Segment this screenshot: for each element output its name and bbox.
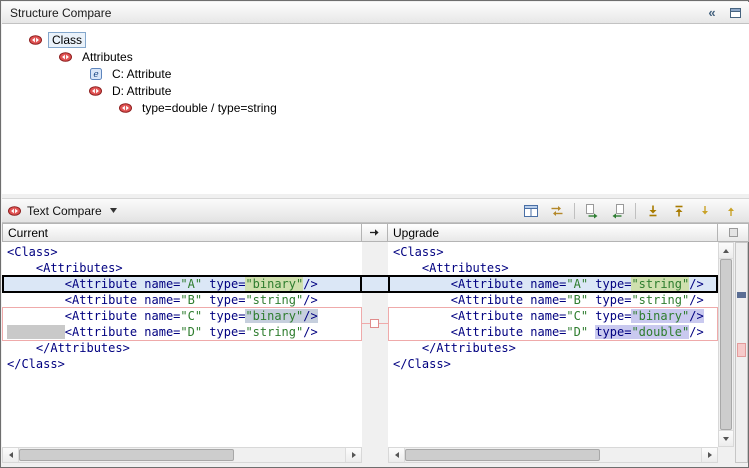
- code-line: <Attribute name="D" type="double"/>: [388, 324, 718, 340]
- tree-item-c-attribute[interactable]: e C: Attribute: [2, 65, 749, 82]
- left-pane-header-label: Current: [8, 226, 48, 240]
- tree-item-label: D: Attribute: [108, 83, 175, 99]
- right-pane-header-label: Upgrade: [393, 226, 439, 240]
- code-line: </Attributes>: [2, 340, 362, 356]
- scroll-up-button[interactable]: [719, 243, 733, 259]
- right-pane-vertical-scrollbar[interactable]: [718, 242, 734, 447]
- previous-difference-icon[interactable]: [667, 200, 691, 222]
- header-corner: [717, 223, 749, 242]
- copy-all-right-to-left-icon[interactable]: [606, 200, 630, 222]
- right-pane-header: Upgrade: [387, 223, 718, 242]
- change-icon: [28, 35, 43, 45]
- code-line: <Attribute name="B" type="string"/>: [2, 292, 362, 308]
- code-line: <Attributes>: [388, 260, 718, 276]
- left-pane-content: <Class> <Attributes> <Attribute name="A"…: [2, 242, 362, 447]
- up-arrow-icon: [723, 249, 729, 253]
- structure-compare-header: Structure Compare «: [2, 2, 749, 24]
- show-ancestor-pane-icon[interactable]: [519, 200, 543, 222]
- tree-item-class[interactable]: Class: [2, 31, 749, 48]
- code-line: </Class>: [2, 356, 362, 372]
- next-change-icon[interactable]: [693, 200, 717, 222]
- element-icon: e: [88, 68, 103, 80]
- svg-text:e: e: [93, 70, 98, 80]
- scroll-left-button[interactable]: [389, 448, 405, 462]
- scroll-down-button[interactable]: [719, 430, 733, 446]
- overview-mark-change[interactable]: [737, 343, 746, 357]
- toolbar-separator: [574, 203, 575, 219]
- text-compare-menu-button[interactable]: [108, 206, 119, 215]
- code-line: <Class>: [388, 244, 718, 260]
- copy-all-left-to-right-icon[interactable]: [580, 200, 604, 222]
- text-compare-header: Text Compare: [2, 198, 749, 223]
- overview-ruler-header-button[interactable]: [729, 228, 738, 237]
- left-arrow-icon: [395, 452, 399, 458]
- tree-item-label: Attributes: [78, 49, 137, 65]
- left-arrow-icon: [9, 452, 13, 458]
- change-icon: [88, 86, 103, 96]
- change-icon: [58, 52, 73, 62]
- change-icon: [118, 103, 133, 113]
- down-arrow-icon: [723, 437, 729, 441]
- code-line: <Class>: [2, 244, 362, 260]
- left-pane[interactable]: <Class> <Attributes> <Attribute name="A"…: [2, 242, 362, 447]
- overview-ruler[interactable]: [735, 242, 748, 463]
- horizontal-scrollbar-thumb[interactable]: [19, 449, 234, 461]
- merge-direction-button[interactable]: [366, 225, 384, 240]
- code-line: <Attribute name="A" type="binary"/>: [2, 276, 362, 292]
- selected-diff-connector[interactable]: [362, 275, 388, 293]
- tree-item-label: C: Attribute: [108, 66, 175, 82]
- tree-item-type-double-type-string[interactable]: type=double / type=string: [2, 99, 749, 116]
- code-line: <Attribute name="B" type="string"/>: [388, 292, 718, 308]
- tree-item-label: Class: [48, 32, 86, 48]
- structure-compare-title: Structure Compare: [6, 6, 111, 20]
- code-line: <Attribute name="C" type="binary"/>: [388, 308, 718, 324]
- maximize-icon[interactable]: [725, 4, 745, 22]
- scroll-right-button[interactable]: [701, 448, 717, 462]
- right-pane-content: <Class> <Attributes> <Attribute name="A"…: [388, 242, 718, 447]
- right-arrow-icon: [708, 452, 712, 458]
- gutter-header: [361, 223, 388, 242]
- compare-editor-window: Structure Compare « ClassAttributes e C: A…: [0, 0, 749, 468]
- structure-tree[interactable]: ClassAttributes e C: AttributeD: Attribute…: [2, 24, 749, 194]
- text-compare-toolbar: [519, 200, 743, 222]
- swap-left-right-icon[interactable]: [545, 200, 569, 222]
- code-line: </Class>: [388, 356, 718, 372]
- right-pane-horizontal-scrollbar[interactable]: [388, 447, 718, 463]
- code-line: <Attributes>: [2, 260, 362, 276]
- code-line: <Attribute name="D" type="string"/>: [2, 324, 362, 340]
- code-line: </Attributes>: [388, 340, 718, 356]
- diff-gutter: [362, 242, 388, 447]
- tree-item-attributes[interactable]: Attributes: [2, 48, 749, 65]
- scroll-left-button[interactable]: [3, 448, 19, 462]
- tree-item-label: type=double / type=string: [138, 100, 281, 116]
- left-pane-header: Current: [2, 223, 362, 242]
- next-difference-icon[interactable]: [641, 200, 665, 222]
- vertical-scrollbar-thumb[interactable]: [720, 259, 732, 430]
- code-line: <Attribute name="A" type="string"/>: [388, 276, 718, 292]
- previous-change-icon[interactable]: [719, 200, 743, 222]
- right-pane[interactable]: <Class> <Attributes> <Attribute name="A"…: [388, 242, 718, 447]
- left-pane-horizontal-scrollbar[interactable]: [2, 447, 362, 463]
- structure-compare-header-buttons: «: [702, 4, 745, 22]
- change-icon: [8, 206, 21, 216]
- text-compare-title: Text Compare: [27, 204, 102, 218]
- horizontal-scrollbar-thumb[interactable]: [405, 449, 600, 461]
- collapse-icon[interactable]: «: [702, 4, 722, 22]
- scroll-right-button[interactable]: [345, 448, 361, 462]
- overview-mark-current-diff[interactable]: [737, 292, 746, 298]
- tree-item-d-attribute[interactable]: D: Attribute: [2, 82, 749, 99]
- change-diff-handle[interactable]: [370, 319, 379, 328]
- right-arrow-icon: [352, 452, 356, 458]
- toolbar-separator: [635, 203, 636, 219]
- code-line: <Attribute name="C" type="binary"/>: [2, 308, 362, 324]
